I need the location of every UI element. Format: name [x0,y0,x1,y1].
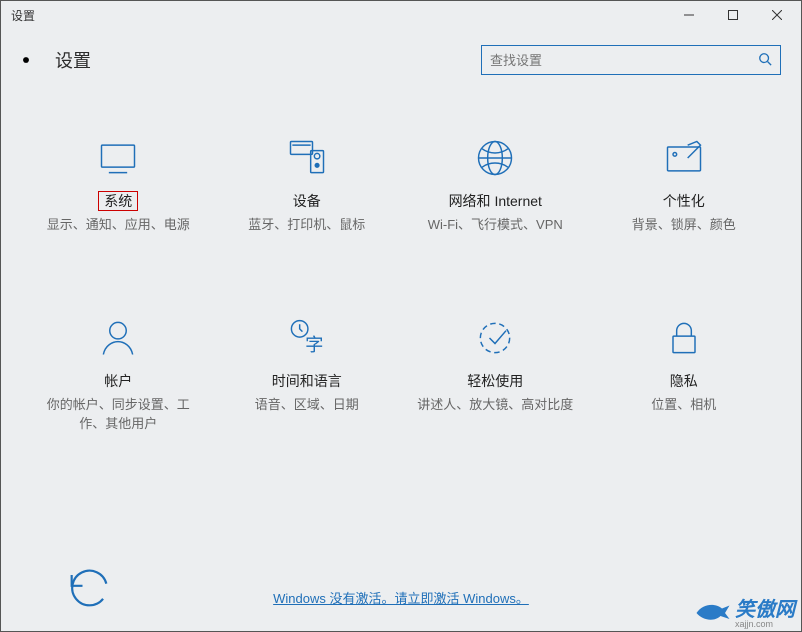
tile-privacy[interactable]: 隐私 位置、相机 [595,315,774,434]
tile-personalization[interactable]: 个性化 背景、锁屏、颜色 [595,135,774,235]
tile-desc: 显示、通知、应用、电源 [47,215,190,235]
tile-desc: 背景、锁屏、颜色 [632,215,736,235]
tile-title: 设备 [289,191,325,211]
search-box[interactable] [481,45,781,75]
page-title: 设置 [55,47,91,73]
tile-time-language[interactable]: 字 时间和语言 语音、区域、日期 [218,315,397,434]
time-language-icon: 字 [285,315,329,361]
activation-link[interactable]: Windows 没有激活。请立即激活 Windows。 [273,591,529,606]
display-icon [96,135,140,181]
search-input[interactable] [490,53,758,68]
tile-desc: Wi-Fi、飞行模式、VPN [428,215,563,235]
watermark: 笑傲网 xajjn.com [695,593,795,629]
tile-desc: 语音、区域、日期 [255,395,359,415]
gear-icon [15,49,37,71]
close-button[interactable] [755,1,799,29]
watermark-brand: 笑傲网 [735,599,795,621]
person-icon [96,315,140,361]
tile-desc: 位置、相机 [651,395,716,415]
settings-grid: 系统 显示、通知、应用、电源 设备 蓝牙、打印机、鼠标 网络和 Internet… [1,85,801,434]
globe-icon [473,135,517,181]
tile-title: 网络和 Internet [445,191,546,211]
tile-desc: 蓝牙、打印机、鼠标 [248,215,365,235]
maximize-button[interactable] [711,1,755,29]
shark-icon [695,597,731,626]
tile-desc: 讲述人、放大镜、高对比度 [417,395,573,415]
ease-of-access-icon [473,315,517,361]
lock-icon [662,315,706,361]
window-titlebar: 设置 [1,1,801,29]
tile-desc: 你的帐户、同步设置、工作、其他用户 [38,395,198,434]
tile-system[interactable]: 系统 显示、通知、应用、电源 [29,135,208,235]
tile-accounts[interactable]: 帐户 你的帐户、同步设置、工作、其他用户 [29,315,208,434]
tile-ease-of-access[interactable]: 轻松使用 讲述人、放大镜、高对比度 [406,315,585,434]
tile-title: 系统 [98,191,138,211]
tile-title: 隐私 [666,371,702,391]
tile-network[interactable]: 网络和 Internet Wi-Fi、飞行模式、VPN [406,135,585,235]
tile-title: 帐户 [100,371,136,391]
header: 设置 [1,29,801,85]
svg-text:字: 字 [305,335,323,355]
minimize-button[interactable] [667,1,711,29]
tile-title: 轻松使用 [463,371,527,391]
devices-icon [285,135,329,181]
activation-notice: Windows 没有激活。请立即激活 Windows。 [1,588,801,607]
tile-devices[interactable]: 设备 蓝牙、打印机、鼠标 [218,135,397,235]
window-title: 设置 [11,7,35,24]
search-icon [758,52,772,69]
tile-title: 时间和语言 [268,371,346,391]
tile-title: 个性化 [659,191,709,211]
paint-icon [662,135,706,181]
